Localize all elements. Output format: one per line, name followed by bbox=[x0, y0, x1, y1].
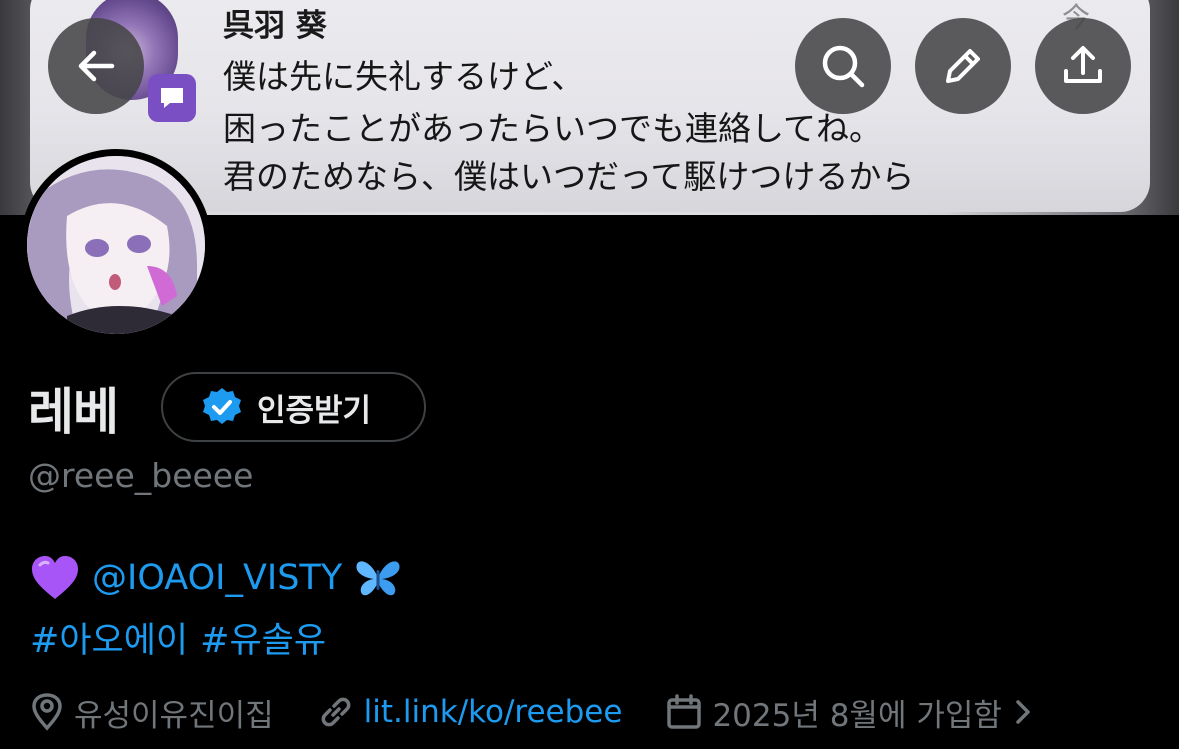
share-icon bbox=[1064, 46, 1102, 83]
purple-heart-icon bbox=[32, 556, 78, 599]
joined-text: 2025년 8월에 가입함 bbox=[712, 697, 1002, 734]
search-button[interactable] bbox=[795, 18, 891, 114]
location-item: 유성이유진이집 bbox=[30, 690, 274, 735]
share-button[interactable] bbox=[1035, 18, 1131, 114]
website-item[interactable]: lit.link/ko/reebee bbox=[318, 694, 623, 730]
verified-badge-icon bbox=[203, 388, 241, 424]
chat-line: 僕は先に失礼するけど、 bbox=[223, 57, 585, 96]
edit-button[interactable] bbox=[915, 18, 1011, 114]
chevron-right-icon bbox=[1016, 700, 1030, 724]
profile-meta: 유성이유진이집 lit.link/ko/reebee 2025년 8월에 가입함 bbox=[30, 690, 1034, 734]
calendar-icon bbox=[667, 694, 702, 729]
location-text: 유성이유진이집 bbox=[74, 697, 274, 734]
chat-line: 君のためなら、僕はいつだって駆けつけるから bbox=[223, 157, 915, 196]
search-icon bbox=[822, 45, 865, 88]
get-verified-label: 인증받기 bbox=[257, 392, 372, 429]
butterfly-icon bbox=[356, 561, 400, 596]
bio-mention-link[interactable]: @IOAOI_VISTY bbox=[92, 558, 342, 598]
hashtag-link[interactable]: #유솔유 bbox=[200, 612, 326, 663]
bio-line-1: @IOAOI_VISTY bbox=[30, 555, 402, 601]
get-verified-button[interactable]: 인증받기 bbox=[161, 372, 426, 442]
arrow-left-icon bbox=[78, 50, 115, 82]
pencil-icon bbox=[946, 49, 980, 83]
website-link[interactable]: lit.link/ko/reebee bbox=[364, 694, 623, 730]
hashtag-link[interactable]: #아오에이 bbox=[30, 612, 188, 663]
chat-line: 困ったことがあったらいつでも連絡してね。 bbox=[223, 109, 883, 148]
joined-item[interactable]: 2025년 8월에 가입함 bbox=[666, 690, 1033, 735]
profile-avatar[interactable] bbox=[20, 149, 212, 341]
avatar-image bbox=[27, 156, 205, 334]
location-pin-icon bbox=[32, 693, 62, 731]
chat-sender-name: 呉羽 葵 bbox=[223, 8, 327, 44]
display-name: 레베 bbox=[28, 383, 119, 441]
user-handle: @reee_beeee bbox=[28, 456, 254, 495]
bio-line-2: #아오에이 #유솔유 bbox=[30, 612, 326, 663]
link-icon bbox=[321, 697, 351, 727]
back-button[interactable] bbox=[48, 18, 144, 114]
chat-message-icon bbox=[148, 74, 196, 122]
